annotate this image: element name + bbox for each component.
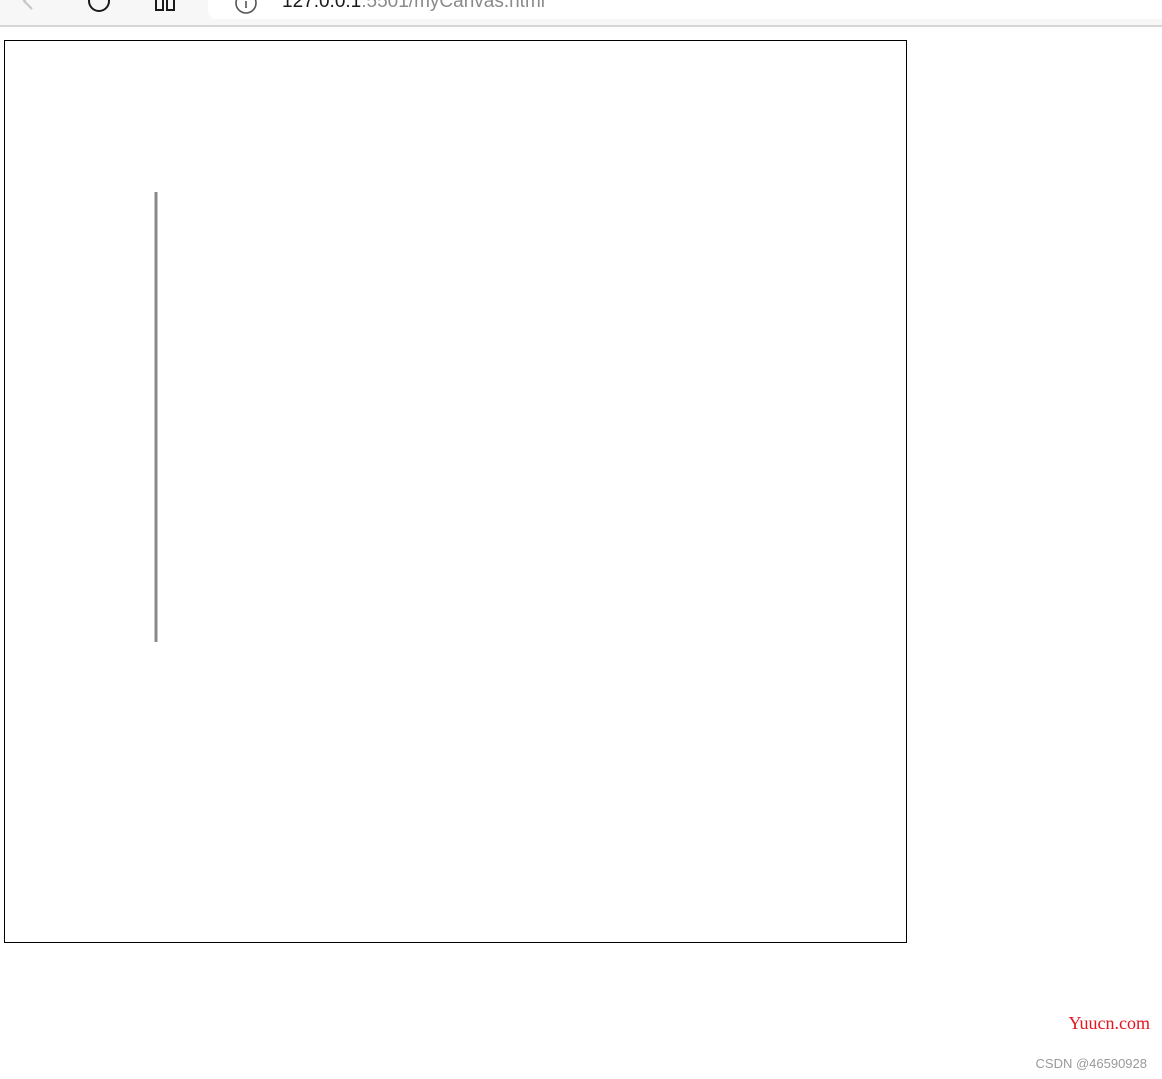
browser-toolbar: 127.0.0.1:5501/myCanvas.html bbox=[0, 0, 1162, 27]
site-watermark: Yuucn.com bbox=[1068, 1013, 1150, 1033]
canvas-drawing bbox=[154, 192, 158, 642]
url-path: :5501/myCanvas.html bbox=[361, 0, 545, 12]
arrow-left-icon[interactable] bbox=[16, 0, 42, 14]
author-watermark: CSDN @46590928 bbox=[1035, 1056, 1147, 1071]
tabs-icon[interactable] bbox=[152, 0, 178, 14]
address-bar[interactable]: 127.0.0.1:5501/myCanvas.html bbox=[208, 0, 1162, 19]
url-host: 127.0.0.1 bbox=[282, 0, 362, 12]
url-text[interactable]: 127.0.0.1:5501/myCanvas.html bbox=[282, 0, 545, 14]
info-icon[interactable] bbox=[234, 0, 258, 15]
drawing-canvas[interactable] bbox=[4, 40, 907, 943]
refresh-icon[interactable] bbox=[86, 0, 112, 14]
